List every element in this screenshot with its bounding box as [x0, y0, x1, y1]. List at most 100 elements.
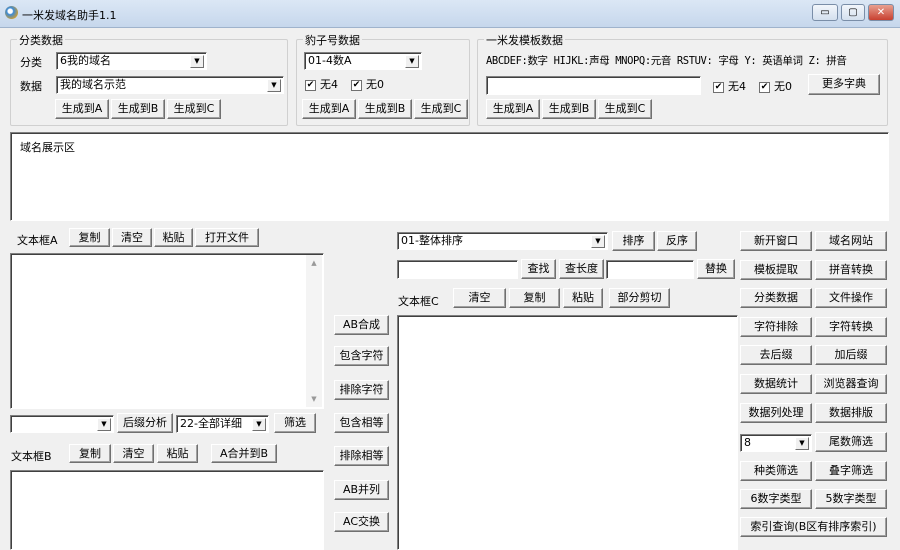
find-button[interactable]: 查找: [521, 259, 556, 279]
repeat-char-filter-button[interactable]: 叠字筛选: [815, 461, 887, 481]
textbox-b-label: 文本框B: [11, 450, 52, 463]
filter-button[interactable]: 筛选: [274, 413, 316, 433]
reverse-button[interactable]: 反序: [657, 231, 697, 251]
leopard-gen-a-button[interactable]: 生成到A: [302, 99, 356, 119]
template-no4-label: 无4: [728, 80, 746, 93]
template-gen-c-button[interactable]: 生成到C: [598, 99, 652, 119]
ab-parallel-button[interactable]: AB并列: [334, 480, 389, 500]
leopard-gen-b-button[interactable]: 生成到B: [358, 99, 412, 119]
template-no0-checkbox[interactable]: ✔ 无0: [759, 78, 792, 94]
domain-website-button[interactable]: 域名网站: [815, 231, 887, 251]
category-gen-b-button[interactable]: 生成到B: [111, 99, 165, 119]
tail-filter-button[interactable]: 尾数筛选: [815, 432, 887, 452]
minimize-button[interactable]: ▭: [812, 4, 838, 21]
file-operation-button[interactable]: 文件操作: [815, 288, 887, 308]
category-select[interactable]: 6我的域名 ▼: [56, 52, 207, 70]
textbox-a[interactable]: ▲ ▼: [10, 253, 324, 409]
index-query-button[interactable]: 索引查询(B区有排序索引): [740, 517, 887, 537]
ac-swap-button[interactable]: AC交换: [334, 512, 389, 532]
sort-select-value: 01-整体排序: [401, 234, 463, 247]
b-paste-button[interactable]: 粘贴: [157, 444, 198, 463]
contains-chars-button[interactable]: 包含字符: [334, 346, 389, 366]
ab-combine-button[interactable]: AB合成: [334, 315, 389, 335]
chevron-down-icon: ▼: [795, 437, 809, 450]
add-suffix-button[interactable]: 加后缀: [815, 345, 887, 365]
char-exclude-button[interactable]: 字符排除: [740, 317, 812, 337]
leopard-no0-label: 无0: [366, 78, 384, 91]
find-input[interactable]: [397, 260, 518, 279]
browser-query-button[interactable]: 浏览器查询: [815, 374, 887, 394]
a-clear-button[interactable]: 清空: [112, 228, 152, 247]
category-gen-c-button[interactable]: 生成到C: [167, 99, 221, 119]
detail-select[interactable]: 22-全部详细 ▼: [176, 415, 269, 433]
pinyin-convert-button[interactable]: 拼音转换: [815, 260, 887, 280]
exclude-chars-button[interactable]: 排除字符: [334, 380, 389, 400]
textbox-c-label: 文本框C: [398, 295, 439, 308]
chevron-down-icon: ▼: [405, 55, 419, 68]
close-button[interactable]: ✕: [868, 4, 894, 21]
c-copy-button[interactable]: 复制: [509, 288, 560, 308]
chevron-down-icon: ▼: [591, 235, 605, 248]
chevron-down-icon: ▼: [97, 418, 111, 431]
sort-button[interactable]: 排序: [612, 231, 655, 251]
category-data-button[interactable]: 分类数据: [740, 288, 812, 308]
tail-number-select[interactable]: 8 ▼: [740, 434, 812, 452]
checkbox-checked-icon: ✔: [713, 81, 724, 93]
new-window-button[interactable]: 新开窗口: [740, 231, 812, 251]
textbox-c[interactable]: [397, 315, 738, 550]
remove-suffix-button[interactable]: 去后缀: [740, 345, 812, 365]
textbox-a-label: 文本框A: [17, 234, 58, 247]
replace-input[interactable]: [606, 260, 694, 279]
c-clear-button[interactable]: 清空: [453, 288, 506, 308]
char-convert-button[interactable]: 字符转换: [815, 317, 887, 337]
checkbox-checked-icon: ✔: [351, 79, 362, 91]
leopard-select[interactable]: 01-4数A ▼: [304, 52, 422, 70]
replace-button[interactable]: 替换: [697, 259, 735, 279]
template-no4-checkbox[interactable]: ✔ 无4: [713, 78, 746, 94]
category-gen-a-button[interactable]: 生成到A: [55, 99, 109, 119]
template-gen-a-button[interactable]: 生成到A: [486, 99, 540, 119]
data-stats-button[interactable]: 数据统计: [740, 374, 812, 394]
leopard-no4-checkbox[interactable]: ✔ 无4: [305, 76, 338, 92]
domain-display-placeholder: 域名展示区: [20, 141, 75, 154]
b-copy-button[interactable]: 复制: [69, 444, 111, 463]
a-copy-button[interactable]: 复制: [69, 228, 110, 247]
tail-number-value: 8: [744, 436, 751, 449]
more-dictionary-button[interactable]: 更多字典: [808, 74, 880, 95]
data-layout-button[interactable]: 数据排版: [815, 403, 887, 423]
suffix-analysis-button[interactable]: 后缀分析: [117, 413, 173, 433]
merge-a-to-b-button[interactable]: A合并到B: [211, 444, 277, 463]
leopard-gen-c-button[interactable]: 生成到C: [414, 99, 468, 119]
partial-cut-button[interactable]: 部分剪切: [609, 288, 670, 308]
sort-select[interactable]: 01-整体排序 ▼: [397, 232, 608, 250]
app-icon: [5, 6, 18, 19]
chevron-down-icon: ▼: [267, 79, 281, 92]
checkbox-checked-icon: ✔: [759, 81, 770, 93]
contains-equal-button[interactable]: 包含相等: [334, 413, 389, 433]
template-gen-b-button[interactable]: 生成到B: [542, 99, 596, 119]
suffix-select[interactable]: ▼: [10, 415, 114, 433]
leopard-no0-checkbox[interactable]: ✔ 无0: [351, 76, 384, 92]
textbox-b[interactable]: [10, 470, 324, 550]
leopard-group-title: 豹子号数据: [303, 32, 362, 48]
template-input[interactable]: [486, 76, 701, 95]
leopard-no4-label: 无4: [320, 78, 338, 91]
chevron-down-icon: ▼: [252, 418, 266, 431]
domain-display-area[interactable]: 域名展示区: [10, 132, 889, 221]
maximize-button[interactable]: ▢: [841, 4, 865, 21]
exclude-equal-button[interactable]: 排除相等: [334, 446, 389, 466]
template-extract-button[interactable]: 模板提取: [740, 260, 812, 280]
a-paste-button[interactable]: 粘贴: [154, 228, 193, 247]
type-filter-button[interactable]: 种类筛选: [740, 461, 812, 481]
check-length-button[interactable]: 查长度: [559, 259, 604, 279]
category-select-value: 6我的域名: [60, 54, 111, 67]
b-clear-button[interactable]: 清空: [113, 444, 154, 463]
c-paste-button[interactable]: 粘贴: [563, 288, 603, 308]
scrollbar[interactable]: ▲ ▼: [306, 255, 322, 407]
category-group-title: 分类数据: [17, 32, 65, 48]
five-digit-type-button[interactable]: 5数字类型: [815, 489, 887, 509]
a-open-file-button[interactable]: 打开文件: [195, 228, 259, 247]
six-digit-type-button[interactable]: 6数字类型: [740, 489, 812, 509]
column-process-button[interactable]: 数据列处理: [740, 403, 812, 423]
data-select[interactable]: 我的域名示范 ▼: [56, 76, 284, 94]
